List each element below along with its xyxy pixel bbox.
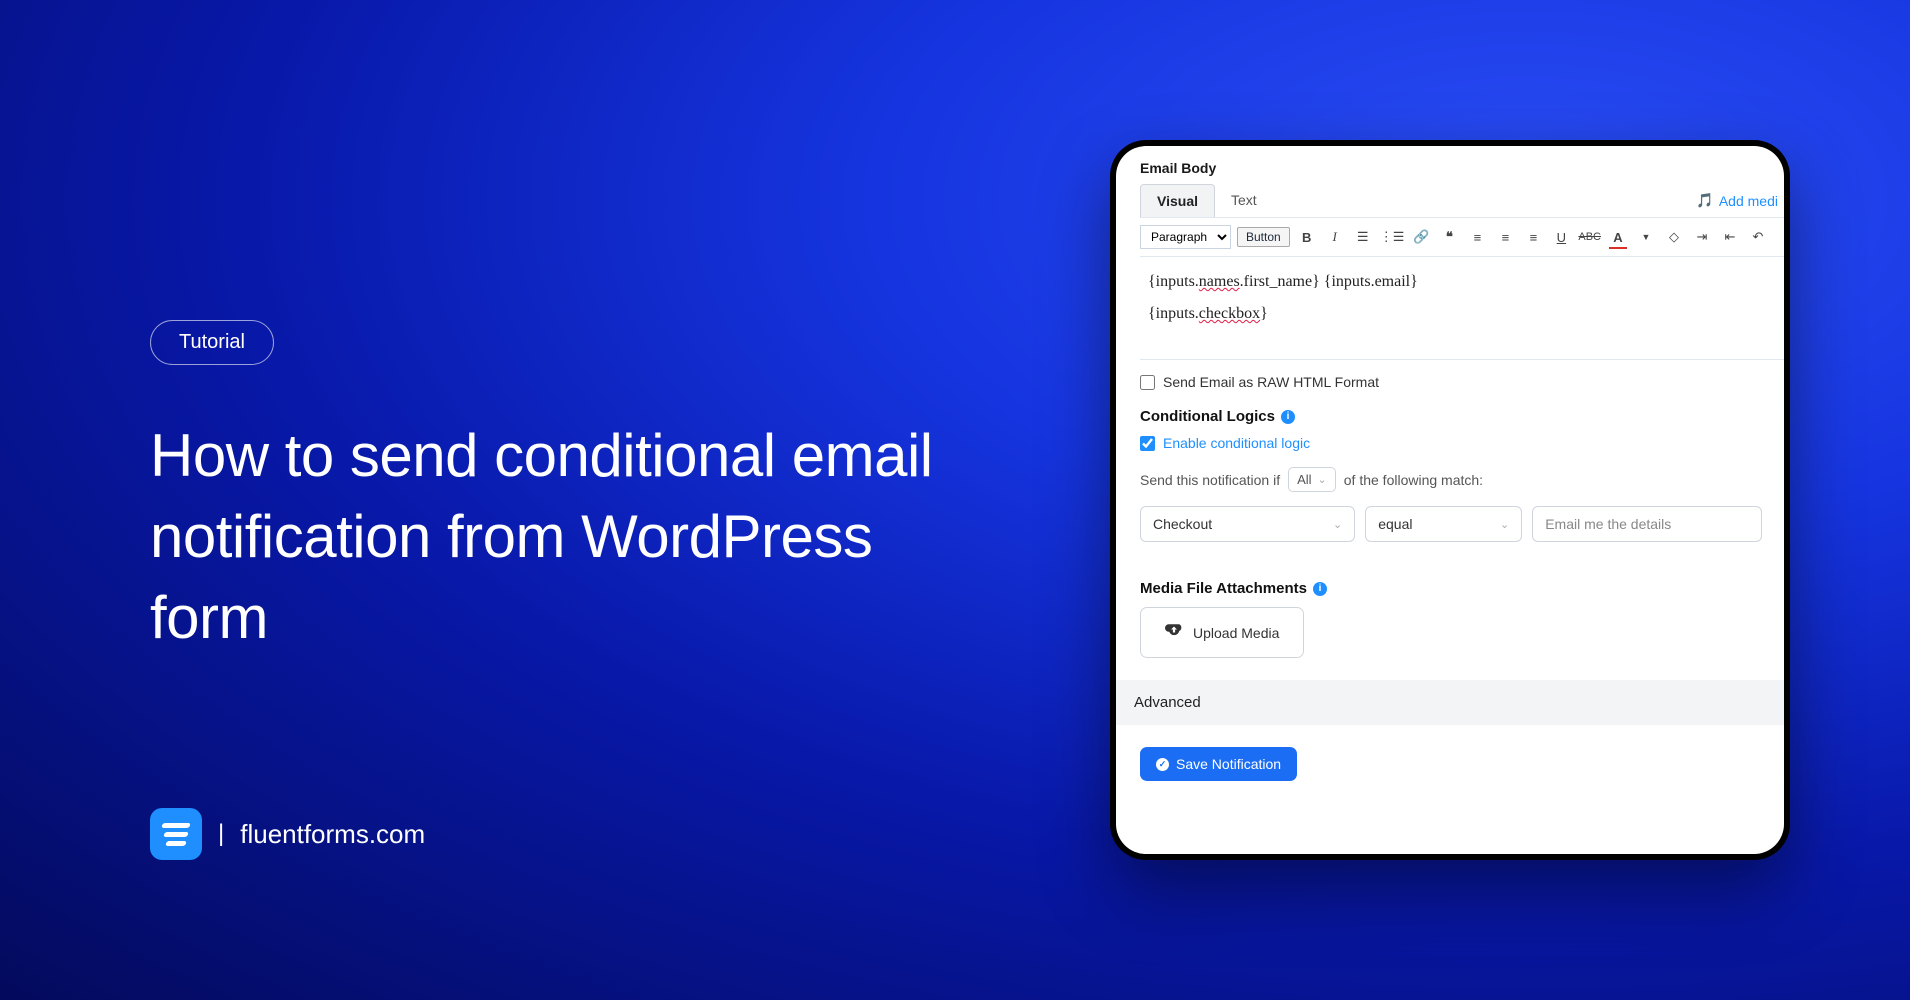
- media-icon: 🎵: [1696, 192, 1713, 209]
- tab-visual[interactable]: Visual: [1140, 184, 1215, 217]
- outdent-icon[interactable]: ⇤: [1719, 226, 1741, 248]
- text-color-icon[interactable]: A: [1607, 226, 1629, 248]
- number-list-icon[interactable]: ⋮☰: [1380, 226, 1405, 248]
- fluentforms-logo-icon: [150, 808, 202, 860]
- condition-field-select[interactable]: Checkout ⌄: [1140, 506, 1355, 542]
- check-circle-icon: [1156, 758, 1169, 771]
- match-type-select[interactable]: All ⌄: [1288, 467, 1336, 492]
- enable-conditional-row[interactable]: Enable conditional logic: [1140, 435, 1784, 451]
- media-heading: Media File Attachments i: [1140, 580, 1784, 597]
- align-left-icon[interactable]: ≡: [1466, 226, 1488, 248]
- add-media-button[interactable]: 🎵 Add medi: [1696, 192, 1784, 209]
- indent-icon[interactable]: ⇥: [1691, 226, 1713, 248]
- enable-conditional-checkbox[interactable]: [1140, 436, 1155, 451]
- condition-operator-select[interactable]: equal ⌄: [1365, 506, 1522, 542]
- underline-icon[interactable]: U: [1550, 226, 1572, 248]
- email-body-label: Email Body: [1140, 160, 1784, 176]
- clear-format-icon[interactable]: ◇: [1663, 226, 1685, 248]
- tab-text[interactable]: Text: [1215, 184, 1273, 217]
- italic-icon[interactable]: I: [1324, 226, 1346, 248]
- raw-html-label: Send Email as RAW HTML Format: [1163, 374, 1379, 390]
- settings-screen: Email Body Visual Text 🎵 Add medi Paragr…: [1116, 146, 1784, 854]
- color-chevron-icon[interactable]: ▼: [1635, 226, 1657, 248]
- email-body-editor[interactable]: {inputs.names.first_name} {inputs.email}…: [1140, 257, 1784, 360]
- link-icon[interactable]: 🔗: [1410, 226, 1432, 248]
- format-select[interactable]: Paragraph: [1140, 225, 1231, 249]
- chevron-down-icon: ⌄: [1500, 518, 1509, 531]
- separator: |: [218, 820, 224, 848]
- align-right-icon[interactable]: ≡: [1522, 226, 1544, 248]
- condition-sentence: Send this notification if All ⌄ of the f…: [1140, 467, 1784, 492]
- brand-url: fluentforms.com: [240, 819, 425, 850]
- advanced-section-toggle[interactable]: Advanced: [1116, 680, 1784, 725]
- editor-toolbar: Paragraph Button B I ☰ ⋮☰ 🔗 ❝ ≡ ≡ ≡ U AB…: [1140, 218, 1784, 257]
- page-headline: How to send conditional email notificati…: [150, 415, 950, 658]
- strike-icon[interactable]: ABC: [1578, 226, 1601, 248]
- condition-row: Checkout ⌄ equal ⌄ Email me the details: [1140, 506, 1762, 542]
- undo-icon[interactable]: ↶: [1747, 226, 1769, 248]
- bold-icon[interactable]: B: [1296, 226, 1318, 248]
- quote-icon[interactable]: ❝: [1438, 226, 1460, 248]
- raw-html-checkbox-row[interactable]: Send Email as RAW HTML Format: [1140, 360, 1784, 408]
- insert-button[interactable]: Button: [1237, 227, 1290, 247]
- tablet-mockup: Email Body Visual Text 🎵 Add medi Paragr…: [1110, 140, 1790, 860]
- info-icon[interactable]: i: [1281, 410, 1295, 424]
- brand-footer: | fluentforms.com: [150, 808, 425, 860]
- chevron-down-icon: ⌄: [1333, 518, 1342, 531]
- category-badge: Tutorial: [150, 320, 274, 365]
- info-icon[interactable]: i: [1313, 582, 1327, 596]
- save-notification-button[interactable]: Save Notification: [1140, 747, 1297, 781]
- bullet-list-icon[interactable]: ☰: [1352, 226, 1374, 248]
- align-center-icon[interactable]: ≡: [1494, 226, 1516, 248]
- upload-media-button[interactable]: Upload Media: [1140, 607, 1304, 658]
- cloud-upload-icon: [1165, 624, 1183, 641]
- chevron-down-icon: ⌄: [1318, 473, 1327, 486]
- raw-html-checkbox[interactable]: [1140, 375, 1155, 390]
- conditional-heading: Conditional Logics i: [1140, 408, 1784, 425]
- condition-value-input[interactable]: Email me the details: [1532, 506, 1762, 542]
